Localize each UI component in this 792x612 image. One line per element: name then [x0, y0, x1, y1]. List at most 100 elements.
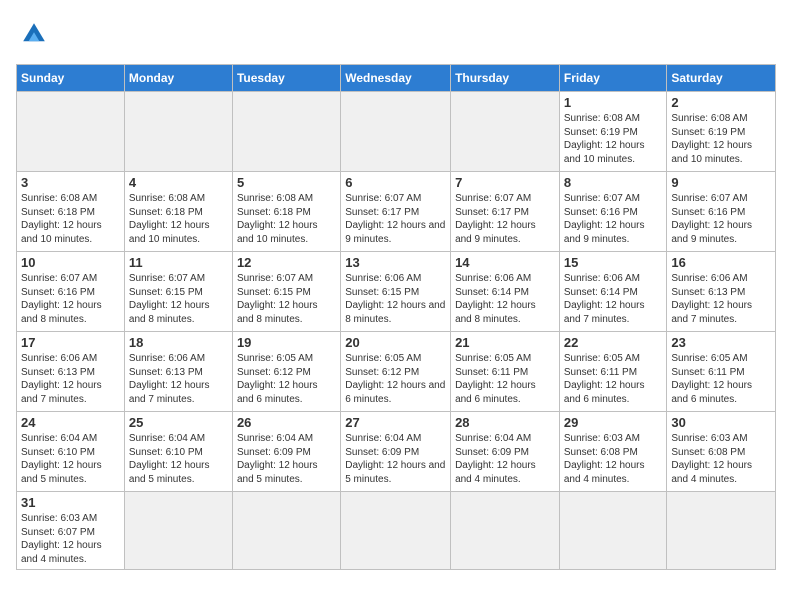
- day-info: Sunrise: 6:06 AM Sunset: 6:14 PM Dayligh…: [455, 272, 555, 326]
- calendar-cell: [232, 92, 340, 172]
- day-number: 16: [671, 255, 771, 270]
- day-info: Sunrise: 6:04 AM Sunset: 6:10 PM Dayligh…: [129, 432, 228, 486]
- day-info: Sunrise: 6:06 AM Sunset: 6:14 PM Dayligh…: [564, 272, 663, 326]
- day-info: Sunrise: 6:08 AM Sunset: 6:18 PM Dayligh…: [21, 192, 120, 246]
- calendar-cell: [232, 492, 340, 570]
- calendar-cell: [341, 92, 451, 172]
- day-number: 20: [345, 335, 446, 350]
- calendar-cell: 29Sunrise: 6:03 AM Sunset: 6:08 PM Dayli…: [559, 412, 667, 492]
- day-number: 12: [237, 255, 336, 270]
- calendar-cell: 1Sunrise: 6:08 AM Sunset: 6:19 PM Daylig…: [559, 92, 667, 172]
- day-number: 6: [345, 175, 446, 190]
- calendar-week-row: 1Sunrise: 6:08 AM Sunset: 6:19 PM Daylig…: [17, 92, 776, 172]
- day-info: Sunrise: 6:05 AM Sunset: 6:11 PM Dayligh…: [455, 352, 555, 406]
- calendar-cell: 18 Sunrise: 6:06 AM Sunset: 6:13 PM Dayli…: [124, 332, 232, 412]
- calendar-cell: 5Sunrise: 6:08 AM Sunset: 6:18 PM Daylig…: [232, 172, 340, 252]
- day-number: 7: [455, 175, 555, 190]
- calendar-cell: 7 Sunrise: 6:07 AM Sunset: 6:17 PM Daylig…: [451, 172, 560, 252]
- day-number: 18: [129, 335, 228, 350]
- day-info: Sunrise: 6:04 AM Sunset: 6:10 PM Dayligh…: [21, 432, 120, 486]
- calendar-cell: [341, 492, 451, 570]
- weekday-header: Friday: [559, 65, 667, 92]
- day-info: Sunrise: 6:06 AM Sunset: 6:13 PM Dayligh…: [21, 352, 120, 406]
- calendar-cell: 28Sunrise: 6:04 AM Sunset: 6:09 PM Dayli…: [451, 412, 560, 492]
- calendar-cell: 9 Sunrise: 6:07 AM Sunset: 6:16 PM Daylig…: [667, 172, 776, 252]
- day-number: 28: [455, 415, 555, 430]
- calendar-cell: 11 Sunrise: 6:07 AM Sunset: 6:15 PM Dayli…: [124, 252, 232, 332]
- calendar-week-row: 3Sunrise: 6:08 AM Sunset: 6:18 PM Daylig…: [17, 172, 776, 252]
- day-number: 30: [671, 415, 771, 430]
- weekday-header: Sunday: [17, 65, 125, 92]
- calendar-cell: 20 Sunrise: 6:05 AM Sunset: 6:12 PM Dayli…: [341, 332, 451, 412]
- day-number: 8: [564, 175, 663, 190]
- calendar-cell: 15 Sunrise: 6:06 AM Sunset: 6:14 PM Dayli…: [559, 252, 667, 332]
- calendar-cell: 8 Sunrise: 6:07 AM Sunset: 6:16 PM Daylig…: [559, 172, 667, 252]
- logo-icon: [16, 16, 52, 52]
- calendar-cell: 6 Sunrise: 6:07 AM Sunset: 6:17 PM Daylig…: [341, 172, 451, 252]
- weekday-header: Thursday: [451, 65, 560, 92]
- calendar-cell: 14Sunrise: 6:06 AM Sunset: 6:14 PM Dayli…: [451, 252, 560, 332]
- calendar-cell: 24 Sunrise: 6:04 AM Sunset: 6:10 PM Dayli…: [17, 412, 125, 492]
- calendar-week-row: 17Sunrise: 6:06 AM Sunset: 6:13 PM Dayli…: [17, 332, 776, 412]
- day-info: Sunrise: 6:04 AM Sunset: 6:09 PM Dayligh…: [237, 432, 336, 486]
- day-number: 13: [345, 255, 446, 270]
- weekday-header: Wednesday: [341, 65, 451, 92]
- calendar-cell: [124, 92, 232, 172]
- calendar-table: SundayMondayTuesdayWednesdayThursdayFrid…: [16, 64, 776, 570]
- day-info: Sunrise: 6:06 AM Sunset: 6:15 PM Dayligh…: [345, 272, 446, 326]
- day-info: Sunrise: 6:07 AM Sunset: 6:16 PM Dayligh…: [21, 272, 120, 326]
- day-number: 23: [671, 335, 771, 350]
- calendar-cell: 27Sunrise: 6:04 AM Sunset: 6:09 PM Dayli…: [341, 412, 451, 492]
- day-info: Sunrise: 6:06 AM Sunset: 6:13 PM Dayligh…: [671, 272, 771, 326]
- calendar-week-row: 10 Sunrise: 6:07 AM Sunset: 6:16 PM Dayli…: [17, 252, 776, 332]
- calendar-cell: 21Sunrise: 6:05 AM Sunset: 6:11 PM Dayli…: [451, 332, 560, 412]
- calendar-cell: 25Sunrise: 6:04 AM Sunset: 6:10 PM Dayli…: [124, 412, 232, 492]
- day-info: Sunrise: 6:07 AM Sunset: 6:15 PM Dayligh…: [237, 272, 336, 326]
- day-info: Sunrise: 6:05 AM Sunset: 6:11 PM Dayligh…: [671, 352, 771, 406]
- day-info: Sunrise: 6:04 AM Sunset: 6:09 PM Dayligh…: [345, 432, 446, 486]
- weekday-header: Monday: [124, 65, 232, 92]
- calendar-cell: 22 Sunrise: 6:05 AM Sunset: 6:11 PM Dayli…: [559, 332, 667, 412]
- logo: [16, 16, 56, 52]
- day-number: 29: [564, 415, 663, 430]
- calendar-cell: 30 Sunrise: 6:03 AM Sunset: 6:08 PM Dayli…: [667, 412, 776, 492]
- day-info: Sunrise: 6:08 AM Sunset: 6:19 PM Dayligh…: [564, 112, 663, 166]
- calendar-cell: [17, 92, 125, 172]
- day-info: Sunrise: 6:07 AM Sunset: 6:16 PM Dayligh…: [671, 192, 771, 246]
- calendar-cell: 13 Sunrise: 6:06 AM Sunset: 6:15 PM Dayli…: [341, 252, 451, 332]
- day-info: Sunrise: 6:06 AM Sunset: 6:13 PM Dayligh…: [129, 352, 228, 406]
- day-number: 22: [564, 335, 663, 350]
- calendar-week-row: 31Sunrise: 6:03 AM Sunset: 6:07 PM Dayli…: [17, 492, 776, 570]
- calendar-cell: 2Sunrise: 6:08 AM Sunset: 6:19 PM Daylig…: [667, 92, 776, 172]
- calendar-cell: 23 Sunrise: 6:05 AM Sunset: 6:11 PM Dayli…: [667, 332, 776, 412]
- day-info: Sunrise: 6:07 AM Sunset: 6:16 PM Dayligh…: [564, 192, 663, 246]
- day-number: 10: [21, 255, 120, 270]
- day-info: Sunrise: 6:07 AM Sunset: 6:15 PM Dayligh…: [129, 272, 228, 326]
- calendar-cell: 12 Sunrise: 6:07 AM Sunset: 6:15 PM Dayli…: [232, 252, 340, 332]
- day-info: Sunrise: 6:05 AM Sunset: 6:12 PM Dayligh…: [237, 352, 336, 406]
- day-info: Sunrise: 6:03 AM Sunset: 6:08 PM Dayligh…: [671, 432, 771, 486]
- calendar-cell: [559, 492, 667, 570]
- day-info: Sunrise: 6:07 AM Sunset: 6:17 PM Dayligh…: [345, 192, 446, 246]
- calendar-cell: 19 Sunrise: 6:05 AM Sunset: 6:12 PM Dayli…: [232, 332, 340, 412]
- day-number: 5: [237, 175, 336, 190]
- day-number: 24: [21, 415, 120, 430]
- day-info: Sunrise: 6:05 AM Sunset: 6:12 PM Dayligh…: [345, 352, 446, 406]
- day-number: 9: [671, 175, 771, 190]
- day-number: 19: [237, 335, 336, 350]
- weekday-header-row: SundayMondayTuesdayWednesdayThursdayFrid…: [17, 65, 776, 92]
- calendar-cell: [124, 492, 232, 570]
- calendar-cell: 10 Sunrise: 6:07 AM Sunset: 6:16 PM Dayli…: [17, 252, 125, 332]
- calendar-cell: 17Sunrise: 6:06 AM Sunset: 6:13 PM Dayli…: [17, 332, 125, 412]
- calendar-cell: 4Sunrise: 6:08 AM Sunset: 6:18 PM Daylig…: [124, 172, 232, 252]
- weekday-header: Tuesday: [232, 65, 340, 92]
- day-info: Sunrise: 6:08 AM Sunset: 6:18 PM Dayligh…: [129, 192, 228, 246]
- day-number: 15: [564, 255, 663, 270]
- day-number: 11: [129, 255, 228, 270]
- page-header: [16, 16, 776, 52]
- calendar-cell: [451, 492, 560, 570]
- day-number: 2: [671, 95, 771, 110]
- calendar-cell: [667, 492, 776, 570]
- day-info: Sunrise: 6:05 AM Sunset: 6:11 PM Dayligh…: [564, 352, 663, 406]
- day-info: Sunrise: 6:07 AM Sunset: 6:17 PM Dayligh…: [455, 192, 555, 246]
